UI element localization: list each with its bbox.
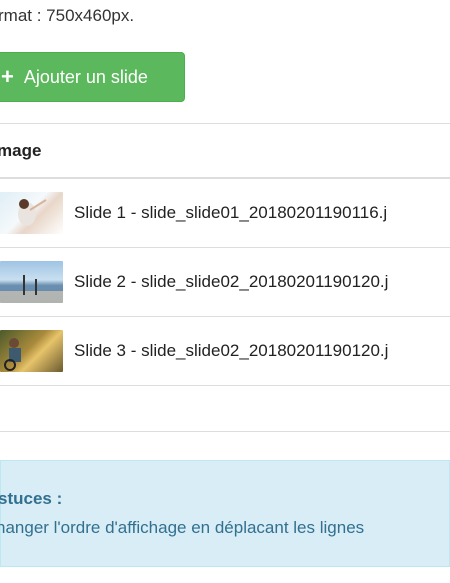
add-slide-button[interactable]: + Ajouter un slide: [0, 52, 185, 102]
table-header: mage: [0, 124, 450, 179]
slide-thumbnail: [0, 192, 63, 234]
column-header-image: mage: [0, 140, 42, 160]
slide-thumbnail: [0, 261, 63, 303]
slide-label: Slide 3 - slide_slide02_20180201190120.j: [74, 341, 389, 360]
plus-icon: +: [1, 64, 14, 89]
slides-table: mage Slide 1 - slide_slide01_20180201190…: [0, 123, 450, 432]
tips-text: hanger l'ordre d'affichage en déplacant …: [0, 518, 365, 537]
image-format-hint: rmat : 750x460px.: [0, 6, 135, 25]
table-row-empty: [0, 386, 450, 432]
table-row[interactable]: Slide 1 - slide_slide01_20180201190116.j: [0, 179, 450, 248]
add-slide-label: Ajouter un slide: [23, 66, 148, 87]
tips-panel: stuces : hanger l'ordre d'affichage en d…: [0, 460, 450, 567]
slide-label: Slide 1 - slide_slide01_20180201190116.j: [74, 203, 388, 222]
tips-title: stuces :: [0, 489, 63, 508]
table-row[interactable]: Slide 2 - slide_slide02_20180201190120.j: [0, 248, 450, 317]
table-row[interactable]: Slide 3 - slide_slide02_20180201190120.j: [0, 317, 450, 386]
slide-thumbnail: [0, 330, 63, 372]
slide-label: Slide 2 - slide_slide02_20180201190120.j: [74, 272, 389, 291]
